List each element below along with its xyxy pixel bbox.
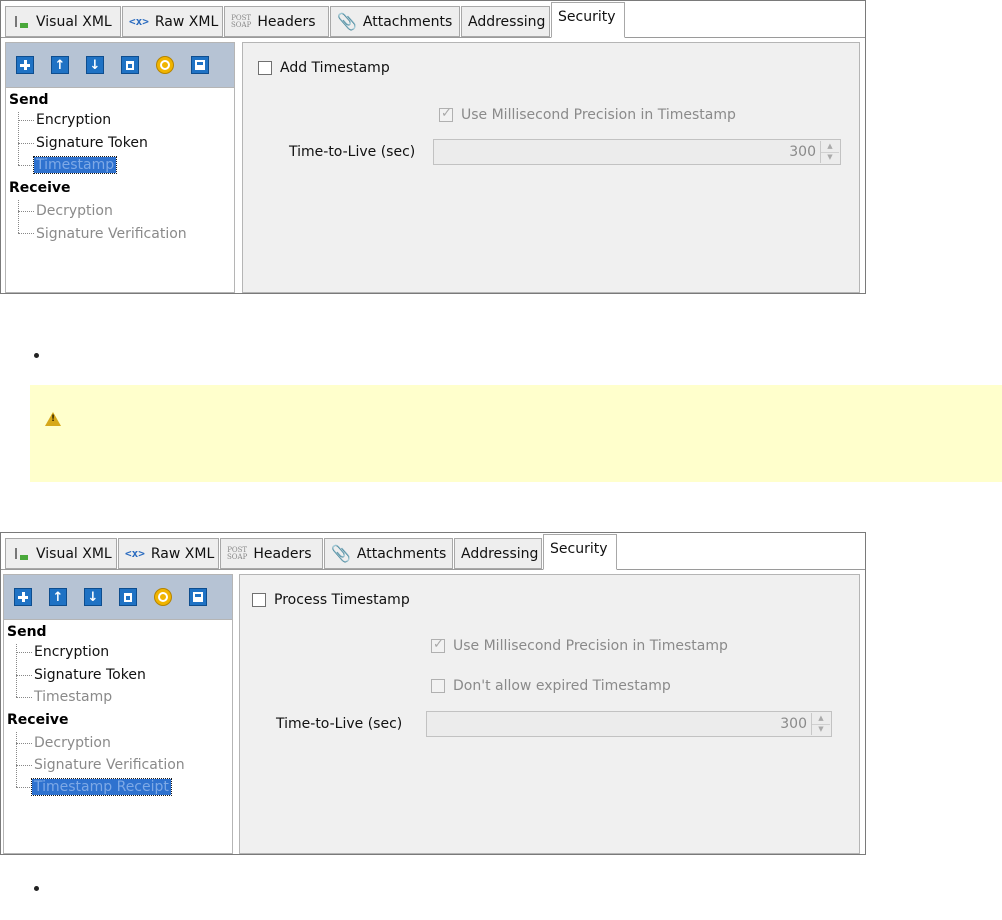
add-icon[interactable] bbox=[14, 588, 32, 606]
security-tree: Send Encryption Signature Token Timestam… bbox=[4, 619, 232, 853]
reset-icon[interactable] bbox=[156, 56, 174, 74]
save-icon[interactable] bbox=[189, 588, 207, 606]
reset-icon[interactable] bbox=[154, 588, 172, 606]
checkbox-box[interactable] bbox=[258, 61, 272, 75]
tree-group-send[interactable]: Send bbox=[9, 92, 49, 108]
millisecond-precision-checkbox[interactable]: Use Millisecond Precision in Timestamp bbox=[431, 637, 728, 654]
expired-timestamp-checkbox[interactable]: Don't allow expired Timestamp bbox=[431, 678, 671, 694]
spinner-down-icon[interactable]: ▼ bbox=[812, 724, 830, 735]
delete-icon[interactable] bbox=[119, 588, 137, 606]
tab-bar: Visual XML <x> Raw XML POST SOAP Headers … bbox=[1, 1, 865, 38]
tree-item-timestamp-receipt[interactable]: Timestamp Receipt bbox=[31, 778, 172, 796]
delete-icon[interactable] bbox=[121, 56, 139, 74]
post-soap-icon: POST SOAP bbox=[231, 13, 252, 29]
tab-raw-xml[interactable]: <x> Raw XML bbox=[122, 6, 223, 37]
tab-visual-xml[interactable]: Visual XML bbox=[5, 538, 117, 569]
tab-security[interactable]: Security bbox=[551, 2, 625, 38]
spinner-arrows[interactable]: ▲ ▼ bbox=[820, 141, 839, 163]
tree-item-timestamp[interactable]: Timestamp bbox=[32, 156, 118, 174]
raw-xml-icon: <x> bbox=[129, 15, 149, 28]
security-tree: Send Encryption Signature Token Timestam… bbox=[6, 87, 234, 292]
ttl-value: 300 bbox=[789, 144, 816, 160]
tab-attachments[interactable]: 📎 Attachments bbox=[324, 538, 453, 569]
process-timestamp-checkbox[interactable]: Process Timestamp bbox=[252, 592, 410, 608]
tab-headers[interactable]: POST SOAP Headers bbox=[220, 538, 323, 569]
tab-attachments[interactable]: 📎 Attachments bbox=[330, 6, 460, 37]
move-up-icon[interactable]: ↑ bbox=[49, 588, 67, 606]
checkbox-box[interactable] bbox=[431, 637, 445, 653]
timestamp-settings-pane: Process Timestamp Use Millisecond Precis… bbox=[239, 574, 860, 854]
save-icon[interactable] bbox=[191, 56, 209, 74]
tree-item-encryption[interactable]: Encryption bbox=[34, 644, 109, 660]
spinner-down-icon[interactable]: ▼ bbox=[821, 152, 839, 163]
tree-item-encryption[interactable]: Encryption bbox=[36, 112, 111, 128]
move-down-icon[interactable]: ↓ bbox=[86, 56, 104, 74]
post-soap-icon: POST SOAP bbox=[227, 545, 248, 561]
tree-toolbar: ↑ ↓ bbox=[4, 575, 232, 619]
security-tree-pane: ↑ ↓ Send Encryption Signature Token Time… bbox=[5, 42, 235, 293]
checkbox-box[interactable] bbox=[439, 106, 453, 122]
add-icon[interactable] bbox=[16, 56, 34, 74]
tree-item-signature-token[interactable]: Signature Token bbox=[34, 667, 146, 683]
tree-item-signature-verification[interactable]: Signature Verification bbox=[36, 226, 187, 242]
millisecond-precision-checkbox[interactable]: Use Millisecond Precision in Timestamp bbox=[439, 106, 736, 123]
add-timestamp-checkbox[interactable]: Add Timestamp bbox=[258, 60, 390, 76]
tree-group-receive[interactable]: Receive bbox=[9, 180, 71, 196]
tree-item-timestamp[interactable]: Timestamp bbox=[34, 689, 112, 705]
paperclip-icon: 📎 bbox=[331, 544, 351, 563]
security-tree-pane: ↑ ↓ Send Encryption Signature Token Time… bbox=[3, 574, 233, 854]
timestamp-settings-pane: Add Timestamp Use Millisecond Precision … bbox=[242, 42, 860, 293]
tree-item-decryption[interactable]: Decryption bbox=[34, 735, 111, 751]
tree-item-signature-token[interactable]: Signature Token bbox=[36, 135, 148, 151]
ttl-value: 300 bbox=[780, 716, 807, 732]
tab-raw-xml[interactable]: <x> Raw XML bbox=[118, 538, 219, 569]
tab-bar: Visual XML <x> Raw XML POST SOAP Headers … bbox=[1, 533, 865, 570]
move-up-icon[interactable]: ↑ bbox=[51, 56, 69, 74]
ttl-label: Time-to-Live (sec) bbox=[276, 716, 403, 732]
warning-note bbox=[30, 385, 1002, 482]
visual-xml-icon bbox=[12, 547, 30, 561]
checkbox-box[interactable] bbox=[431, 679, 445, 693]
security-panel-receive: Visual XML <x> Raw XML POST SOAP Headers … bbox=[0, 532, 866, 855]
tab-security[interactable]: Security bbox=[543, 534, 617, 570]
list-bullet bbox=[34, 353, 39, 358]
paperclip-icon: 📎 bbox=[337, 12, 357, 31]
checkbox-box[interactable] bbox=[252, 593, 266, 607]
warning-icon bbox=[45, 412, 61, 426]
tab-addressing[interactable]: Addressing bbox=[461, 6, 550, 37]
ttl-spinner[interactable]: 300 ▲ ▼ bbox=[426, 711, 832, 737]
security-panel-send: Visual XML <x> Raw XML POST SOAP Headers … bbox=[0, 0, 866, 294]
move-down-icon[interactable]: ↓ bbox=[84, 588, 102, 606]
tree-group-send[interactable]: Send bbox=[7, 624, 47, 640]
raw-xml-icon: <x> bbox=[125, 547, 145, 560]
list-bullet bbox=[34, 886, 39, 891]
spinner-arrows[interactable]: ▲ ▼ bbox=[811, 713, 830, 735]
tree-item-signature-verification[interactable]: Signature Verification bbox=[34, 757, 185, 773]
visual-xml-icon bbox=[12, 15, 30, 29]
ttl-spinner[interactable]: 300 ▲ ▼ bbox=[433, 139, 841, 165]
tree-toolbar: ↑ ↓ bbox=[6, 43, 234, 87]
tab-addressing[interactable]: Addressing bbox=[454, 538, 542, 569]
tab-headers[interactable]: POST SOAP Headers bbox=[224, 6, 329, 37]
ttl-label: Time-to-Live (sec) bbox=[289, 144, 416, 160]
tree-group-receive[interactable]: Receive bbox=[7, 712, 69, 728]
tab-visual-xml[interactable]: Visual XML bbox=[5, 6, 121, 37]
tree-item-decryption[interactable]: Decryption bbox=[36, 203, 113, 219]
